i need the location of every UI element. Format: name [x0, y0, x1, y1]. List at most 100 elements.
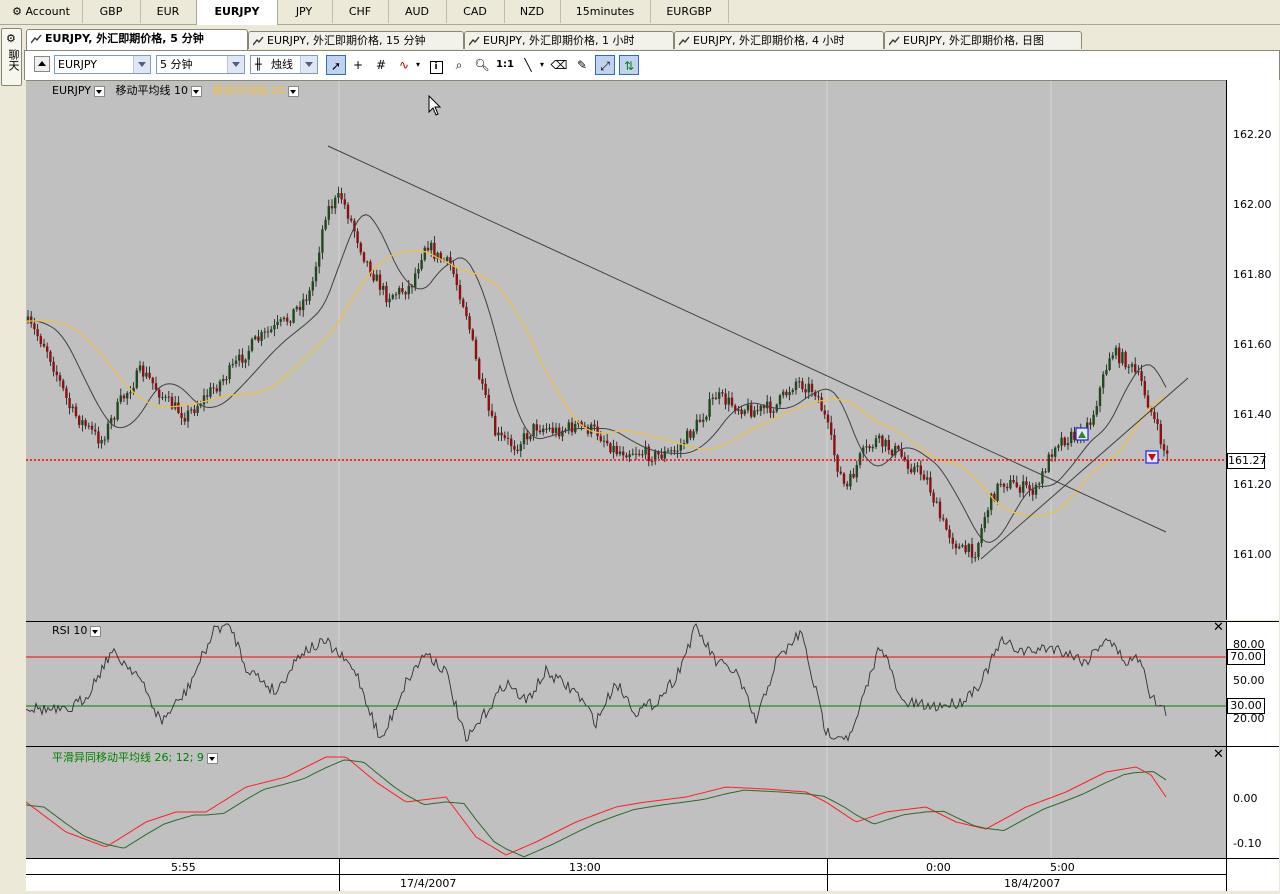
chart-tab[interactable]: EURJPY, 外汇即期价格, 1 小时	[464, 31, 674, 49]
price-chart-pane[interactable]: EURJPY 移动平均线 10 移动平均线 20	[26, 80, 1226, 621]
candle-body	[1166, 450, 1169, 454]
instrument-tab[interactable]: CHF	[332, 0, 389, 23]
candle-body	[321, 229, 324, 253]
indicator-menu-button[interactable]: ▾	[413, 55, 423, 75]
date-label: 17/4/2007	[400, 877, 457, 890]
candle-body	[714, 397, 718, 399]
candle-body	[625, 455, 628, 458]
candle-body	[750, 404, 753, 417]
close-macd-icon[interactable]: ✕	[1213, 747, 1224, 762]
candle-body	[116, 401, 119, 420]
chart-tab-label: EURJPY, 外汇即期价格, 15 分钟	[267, 34, 426, 47]
instrument-tab-label: AUD	[404, 5, 430, 18]
candle-body	[1153, 411, 1156, 420]
close-rsi-icon[interactable]: ✕	[1213, 620, 1224, 635]
candle-body	[151, 377, 154, 384]
candle-body	[506, 437, 510, 439]
candle-body	[737, 409, 740, 412]
candle-body	[1018, 487, 1022, 493]
candle-body	[190, 409, 193, 411]
crosshair-tool-button[interactable]: +	[348, 55, 368, 75]
axis-corner	[1226, 858, 1279, 891]
macd-pane[interactable]: 平滑异同移动平均线 26; 12; 9	[26, 746, 1226, 859]
instrument-tab[interactable]: GBP	[82, 0, 141, 23]
chevron-down-icon	[133, 56, 150, 73]
legend-ma10-dropdown[interactable]	[191, 85, 202, 97]
instrument-tab[interactable]: JPY	[276, 0, 333, 23]
macd-dropdown[interactable]	[206, 752, 218, 764]
chart-style-select[interactable]: ╫ 烛线	[250, 55, 318, 74]
chart-tab[interactable]: EURJPY, 外汇即期价格, 4 小时	[674, 31, 884, 49]
candle-body	[343, 199, 346, 205]
chart-tab[interactable]: EURJPY, 外汇即期价格, 5 分钟	[26, 29, 248, 50]
candle-body	[948, 529, 951, 538]
candle-body	[705, 416, 708, 420]
candle-body	[951, 537, 954, 544]
legend-ma20-dropdown[interactable]	[288, 85, 299, 97]
candle-body	[247, 350, 250, 360]
trade-signals-button[interactable]: ⇅	[619, 55, 639, 75]
candle-body	[1114, 347, 1118, 356]
template-button[interactable]: ✎	[572, 55, 592, 75]
candle-body	[87, 425, 90, 427]
candle-body	[334, 197, 337, 209]
candle-body	[142, 365, 145, 377]
pointer-tool-button[interactable]: ➚	[326, 55, 346, 75]
candle-body	[113, 418, 116, 420]
timeframe-select[interactable]: 5 分钟	[156, 55, 245, 74]
candle-body	[273, 324, 276, 330]
zoom-area-button[interactable]: ⌕	[449, 55, 469, 75]
legend-symbol: EURJPY	[52, 84, 91, 97]
legend-row: EURJPY 移动平均线 10 移动平均线 20	[52, 82, 299, 98]
candle-body	[100, 440, 103, 444]
instrument-tab[interactable]: AUD	[388, 0, 447, 23]
autoscale-button[interactable]: ⤢	[595, 55, 615, 75]
candle-body	[1025, 481, 1028, 486]
candle-body	[52, 361, 55, 372]
instrument-tab[interactable]: EUR	[140, 0, 197, 23]
rsi-pane[interactable]: RSI 10	[26, 621, 1226, 746]
instrument-tab[interactable]: NZD	[504, 0, 561, 23]
collapse-toolbar-button[interactable]	[34, 56, 50, 72]
candle-body	[967, 544, 970, 553]
settings-icon: ⚙	[6, 32, 16, 45]
candle-body	[490, 410, 494, 416]
zoom-button[interactable]: 🔍︎	[472, 55, 492, 75]
candle-body	[641, 454, 644, 456]
instrument-tab-label: NZD	[519, 5, 545, 18]
candle-body	[391, 295, 394, 299]
candle-body	[510, 438, 513, 447]
candle-body	[145, 372, 148, 377]
candle-body	[900, 449, 903, 457]
chat-side-tab[interactable]: ⚙ 聊天	[1, 28, 22, 86]
candle-body	[1143, 381, 1146, 396]
zoom-reset-button[interactable]: 1:1	[495, 55, 515, 75]
candle-body	[820, 397, 823, 411]
chart-tab[interactable]: EURJPY, 外汇即期价格, 15 分钟	[248, 31, 464, 49]
instrument-tab[interactable]: EURGBP	[650, 0, 729, 23]
candle-body	[567, 422, 570, 430]
instrument-tab[interactable]: 15minutes	[560, 0, 651, 23]
indicator-wave-icon: ∿	[398, 58, 410, 72]
eraser-button[interactable]: ⌫	[549, 55, 569, 75]
day-separator	[827, 859, 828, 891]
symbol-select[interactable]: EURJPY	[54, 55, 151, 74]
candle-body	[906, 460, 910, 469]
candle-body	[721, 392, 724, 394]
candle-body	[465, 306, 468, 317]
instrument-tab[interactable]: ⚙ Account	[0, 0, 83, 23]
candle-body	[938, 501, 942, 519]
instrument-tab[interactable]: CAD	[446, 0, 505, 23]
info-button[interactable]: i	[426, 55, 446, 75]
grid-toggle-button[interactable]: #	[371, 55, 391, 75]
indicator-button[interactable]: ∿	[394, 55, 414, 75]
legend-symbol-dropdown[interactable]	[94, 85, 105, 97]
chart-tab[interactable]: EURJPY, 外汇即期价格, 日图	[884, 31, 1082, 49]
rsi-dropdown[interactable]	[90, 625, 102, 637]
candle-body	[55, 371, 58, 376]
draw-line-menu-button[interactable]: ▾	[537, 55, 547, 75]
draw-line-button[interactable]: ╲	[518, 55, 538, 75]
instrument-tab[interactable]: EURJPY	[196, 0, 278, 25]
candle-body	[718, 392, 721, 399]
timeframe-select-value: 5 分钟	[160, 58, 193, 71]
